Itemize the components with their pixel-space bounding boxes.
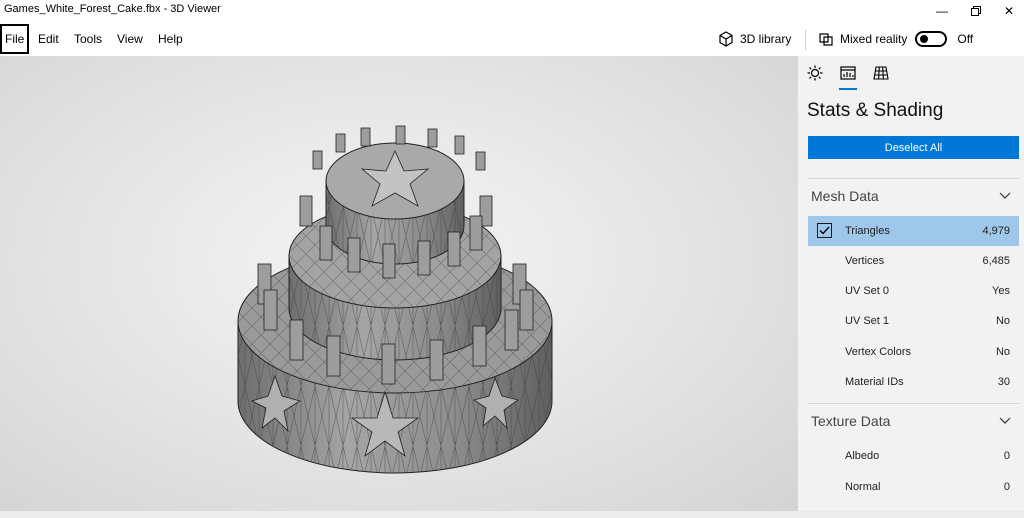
row-label: Normal — [845, 481, 881, 493]
texture-data-section-header[interactable]: Texture Data — [808, 403, 1019, 439]
mesh-row-triangles[interactable]: Triangles 4,979 — [808, 216, 1019, 246]
row-label: UV Set 0 — [845, 285, 890, 297]
toolbar-divider — [805, 30, 806, 50]
row-value: No — [995, 315, 1010, 327]
close-icon: ✕ — [1003, 4, 1015, 18]
3d-viewport[interactable] — [0, 56, 798, 511]
row-value: No — [995, 346, 1010, 358]
bottom-edge — [0, 511, 1024, 518]
mesh-row-uv-set-0[interactable]: UV Set 0 Yes — [808, 276, 1019, 306]
title-bar: Games_White_Forest_Cake.fbx - 3D Viewer … — [0, 0, 1024, 22]
menu-bar: File Edit Tools View Help 3D library Mix… — [0, 22, 1024, 56]
toggle-knob — [920, 35, 929, 43]
menu-help[interactable]: Help — [153, 24, 188, 54]
texture-row-normal[interactable]: Normal 0 — [808, 472, 1019, 502]
cake-model[interactable] — [0, 56, 798, 511]
row-label: Albedo — [845, 450, 880, 462]
chevron-down-icon — [999, 192, 1011, 199]
row-value: 30 — [997, 376, 1010, 388]
row-label: Material IDs — [845, 376, 904, 388]
row-label: Vertices — [845, 255, 885, 267]
mesh-row-uv-set-1[interactable]: UV Set 1 No — [808, 306, 1019, 336]
stats-shading-tab[interactable] — [837, 62, 859, 84]
menu-tools[interactable]: Tools — [69, 24, 107, 54]
texture-data-title: Texture Data — [811, 413, 891, 429]
row-value: Yes — [992, 285, 1010, 297]
lighting-tab[interactable] — [804, 62, 826, 84]
mixed-reality-label: Mixed reality — [840, 32, 908, 46]
menu-view[interactable]: View — [112, 24, 148, 54]
mesh-row-vertex-colors[interactable]: Vertex Colors No — [808, 337, 1019, 367]
mixed-reality-icon — [819, 33, 833, 46]
active-tab-indicator — [839, 88, 857, 90]
row-value: 4,979 — [982, 225, 1010, 237]
menu-file[interactable]: File — [0, 24, 30, 54]
close-button[interactable]: ✕ — [989, 0, 1024, 22]
triangles-checkbox[interactable] — [817, 223, 832, 238]
mesh-data-title: Mesh Data — [811, 188, 879, 204]
mixed-reality-toggle[interactable] — [915, 31, 948, 47]
grid-tab[interactable] — [870, 62, 892, 84]
texture-row-albedo[interactable]: Albedo 0 — [808, 441, 1019, 471]
mixed-reality-state: Off — [957, 32, 974, 46]
grid-icon — [873, 66, 889, 80]
library-button[interactable]: 3D library — [718, 28, 791, 50]
row-label: UV Set 1 — [845, 315, 890, 327]
row-label: Vertex Colors — [845, 346, 912, 358]
cube-icon — [719, 31, 733, 47]
restore-icon — [971, 6, 981, 16]
sun-icon — [807, 65, 823, 81]
mixed-reality-control[interactable]: Mixed reality Off — [818, 28, 973, 50]
mesh-row-vertices[interactable]: Vertices 6,485 — [808, 246, 1019, 276]
chevron-down-icon — [999, 417, 1011, 424]
minimize-icon: — — [936, 4, 948, 18]
row-value: 0 — [1003, 450, 1010, 462]
checkmark-icon — [819, 226, 830, 235]
menu-edit[interactable]: Edit — [33, 24, 64, 54]
row-value: 6,485 — [982, 255, 1010, 267]
mesh-row-material-ids[interactable]: Material IDs 30 — [808, 367, 1019, 397]
stats-icon — [840, 66, 856, 80]
library-label: 3D library — [740, 32, 792, 46]
panel-title: Stats & Shading — [807, 100, 944, 121]
window-title: Games_White_Forest_Cake.fbx - 3D Viewer — [4, 3, 221, 15]
row-value: 0 — [1003, 481, 1010, 493]
mesh-data-section-header[interactable]: Mesh Data — [808, 178, 1019, 214]
deselect-all-button[interactable]: Deselect All — [808, 136, 1019, 159]
row-label: Triangles — [845, 225, 890, 237]
